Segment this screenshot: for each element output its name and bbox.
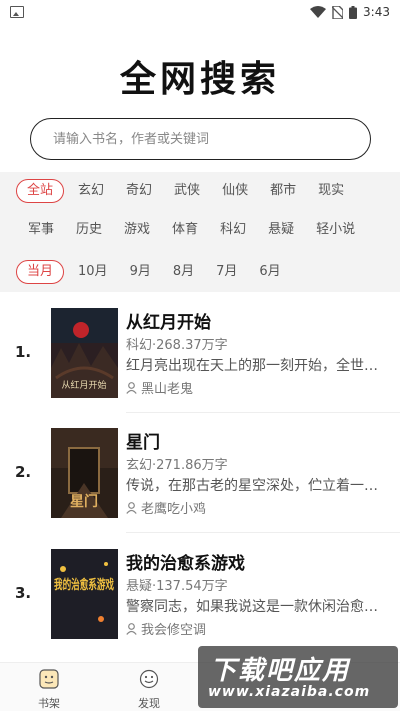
- filter-chip-xuanhuan[interactable]: 玄幻: [78, 180, 104, 202]
- author-name: 我会修空调: [141, 623, 207, 638]
- filter-chip-dushi[interactable]: 都市: [270, 180, 296, 202]
- search-input[interactable]: [31, 119, 370, 159]
- search-box[interactable]: [30, 118, 371, 160]
- bookshelf-icon: [39, 669, 59, 689]
- list-item[interactable]: 3. 我的治愈系游戏 我的治愈系游戏 悬疑·137.54万字 警察同志，如果我说…: [0, 541, 400, 653]
- book-author: 黑山老鬼: [126, 378, 193, 397]
- status-bar: 3:43: [0, 0, 400, 24]
- book-description: 红月亮出现在天上的那一刻开始，全世…: [126, 358, 378, 374]
- book-description: 警察同志，如果我说这是一款休闲治愈…: [126, 599, 378, 615]
- page-title: 全网搜索: [119, 59, 280, 100]
- filter-chip-month-9[interactable]: 9月: [130, 261, 151, 283]
- filter-chip-month-10[interactable]: 10月: [78, 261, 108, 283]
- filter-chip-tiyu[interactable]: 体育: [172, 219, 198, 241]
- filter-chip-xianxia[interactable]: 仙侠: [222, 180, 248, 202]
- filter-chip-lishi[interactable]: 历史: [76, 219, 102, 241]
- book-title: 从红月开始: [126, 313, 211, 333]
- filter-chip-youxi[interactable]: 游戏: [124, 219, 150, 241]
- book-author: 我会修空调: [126, 619, 206, 638]
- nav-label: 书架: [38, 697, 60, 710]
- book-meta: 悬疑·137.54万字: [126, 579, 228, 594]
- filter-chip-wuxia[interactable]: 武侠: [174, 180, 200, 202]
- book-cover: 从红月开始: [51, 308, 118, 398]
- cover-text: 我的治愈系游戏: [54, 577, 114, 593]
- book-cover: 星门: [51, 428, 118, 518]
- month-row: 当月 10月 9月 8月 7月 6月: [16, 260, 303, 284]
- book-title: 星门: [126, 433, 160, 453]
- filter-chip-kehuan[interactable]: 科幻: [220, 219, 246, 241]
- filter-chip-current-month[interactable]: 当月: [16, 260, 65, 284]
- filter-chip-qingxiaoshuo[interactable]: 轻小说: [316, 219, 355, 241]
- author-name: 老鹰吃小鸡: [141, 502, 207, 517]
- watermark-url: www.xiazaiba.com: [208, 684, 371, 700]
- book-meta: 科幻·268.37万字: [126, 338, 228, 353]
- no-sim-icon: [332, 5, 344, 19]
- list-item[interactable]: 1. 从红月开始 从红月开始 科幻·268.37万字 红月亮出现在天上的那一刻开…: [0, 300, 400, 413]
- watermark-text: 下载吧应用: [210, 656, 351, 686]
- filter-chip-qihuan[interactable]: 奇幻: [126, 180, 152, 202]
- book-cover: 我的治愈系游戏: [51, 549, 118, 639]
- nav-label: 发现: [138, 697, 160, 710]
- discover-icon: [139, 669, 159, 689]
- book-rank: 3.: [15, 584, 32, 602]
- author-name: 黑山老鬼: [141, 382, 194, 397]
- author-icon: [126, 381, 137, 394]
- nav-bookshelf[interactable]: 书架: [24, 669, 74, 711]
- filter-chip-month-6[interactable]: 6月: [259, 261, 280, 283]
- book-rank: 1.: [15, 343, 32, 361]
- status-time: 3:43: [363, 5, 390, 19]
- author-icon: [126, 622, 137, 635]
- divider: [126, 532, 400, 533]
- filter-chip-month-8[interactable]: 8月: [173, 261, 194, 283]
- book-meta: 玄幻·271.86万字: [126, 458, 228, 473]
- cover-text: 从红月开始: [61, 379, 106, 391]
- filter-chip-month-7[interactable]: 7月: [216, 261, 237, 283]
- filter-chip-junshi[interactable]: 军事: [28, 219, 54, 241]
- battery-icon: [349, 5, 358, 19]
- filter-chip-all-sites[interactable]: 全站: [16, 179, 65, 203]
- book-title: 我的治愈系游戏: [126, 554, 245, 574]
- wifi-icon: [310, 6, 327, 18]
- book-description: 传说，在那古老的星空深处，伫立着一…: [126, 478, 378, 494]
- watermark: 下载吧应用 www.xiazaiba.com: [198, 646, 398, 708]
- filter-chip-xuanyi[interactable]: 悬疑: [268, 219, 294, 241]
- category-row-2: 军事 历史 游戏 体育 科幻 悬疑 轻小说: [28, 219, 377, 241]
- filter-panel: 全站 玄幻 奇幻 武侠 仙侠 都市 现实 军事 历史 游戏 体育 科幻 悬疑 轻…: [0, 172, 400, 292]
- author-icon: [126, 501, 137, 514]
- cover-text: 星门: [70, 493, 98, 510]
- filter-chip-xianshi[interactable]: 现实: [318, 180, 344, 202]
- image-notification-icon: [10, 6, 24, 18]
- divider: [126, 412, 400, 413]
- book-author: 老鹰吃小鸡: [126, 498, 206, 517]
- category-row-1: 全站 玄幻 奇幻 武侠 仙侠 都市 现实: [16, 179, 366, 203]
- list-item[interactable]: 2. 星门 星门 玄幻·271.86万字 传说，在那古老的星空深处，伫立着一… …: [0, 420, 400, 533]
- nav-discover[interactable]: 发现: [124, 669, 174, 711]
- book-rank: 2.: [15, 463, 32, 481]
